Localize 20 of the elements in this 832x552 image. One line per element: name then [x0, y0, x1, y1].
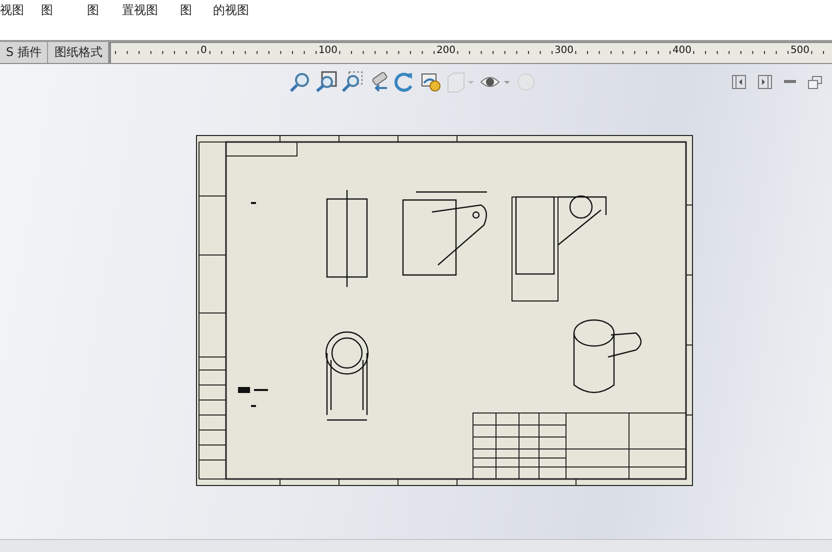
tile-left-icon[interactable]: [732, 75, 746, 89]
zoom-selection-icon[interactable]: [341, 71, 363, 93]
ribbon-label[interactable]: 图: [41, 3, 53, 17]
ribbon-label[interactable]: 视图: [0, 3, 24, 17]
zoom-area-icon[interactable]: [315, 71, 337, 93]
ribbon-label[interactable]: 的视图: [213, 3, 249, 17]
ruler-number: 100: [317, 45, 339, 56]
ribbon-label[interactable]: 置视图: [122, 3, 158, 17]
zoom-to-fit-icon[interactable]: [289, 71, 311, 93]
ruler-number: 200: [435, 45, 457, 56]
ribbon-label[interactable]: 图: [87, 3, 99, 17]
rotate-icon[interactable]: [393, 71, 415, 93]
tile-right-icon[interactable]: [758, 75, 772, 89]
ruler-number: 500: [789, 45, 811, 56]
minimize-icon[interactable]: [784, 80, 796, 84]
ribbon-label[interactable]: 图: [180, 3, 192, 17]
ruler-number: 0: [199, 45, 208, 56]
ruler-number: 400: [671, 45, 693, 56]
restore-icon[interactable]: [808, 76, 822, 88]
ruler-number: 300: [553, 45, 575, 56]
